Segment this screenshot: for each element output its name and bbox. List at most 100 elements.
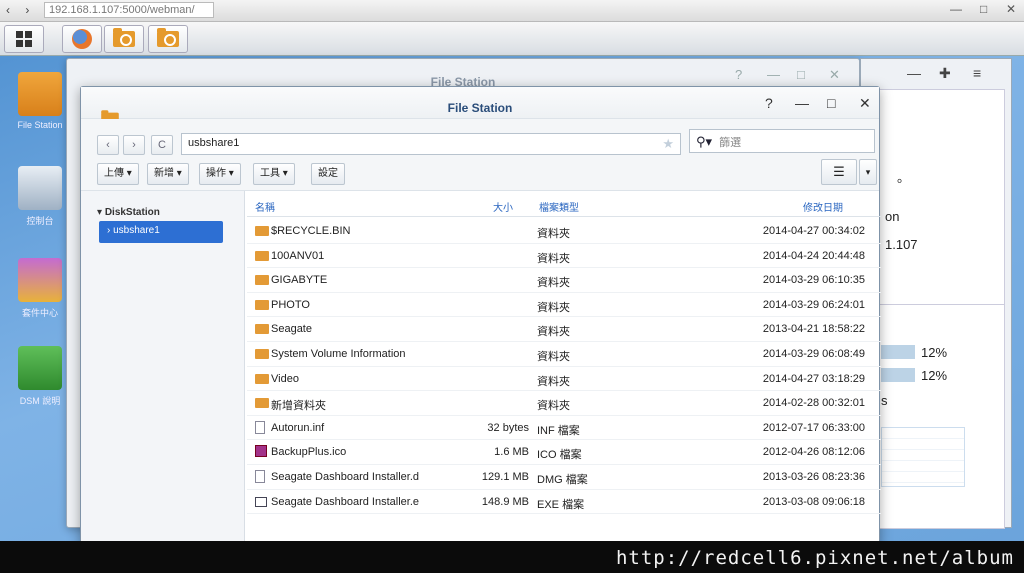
file-name: PHOTO <box>271 298 310 311</box>
folder-icon <box>255 226 269 236</box>
minimize-icon[interactable]: — <box>767 67 780 82</box>
network-label: s <box>881 393 888 408</box>
table-row[interactable]: Video 資料夾 2014-04-27 03:18:29 <box>247 367 881 392</box>
file-modified: 2014-03-29 06:08:49 <box>762 348 865 360</box>
file-modified: 2014-03-29 06:24:01 <box>762 298 865 311</box>
window-titlebar[interactable]: File Station ? — □ ✕ <box>81 87 879 126</box>
refresh-button[interactable]: C <box>151 135 173 155</box>
folder-icon <box>255 299 269 310</box>
table-row[interactable]: PHOTO 資料夾 2014-03-29 06:24:01 <box>247 293 881 318</box>
address-bar[interactable]: 192.168.1.107:5000/webman/ <box>44 2 214 18</box>
tree-node-usbshare1[interactable]: › usbshare1 <box>99 221 223 243</box>
file-name: 100ANV01 <box>271 249 325 262</box>
star-icon[interactable]: ★ <box>662 136 674 152</box>
browser-minimize-icon[interactable]: — <box>950 2 962 16</box>
column-name[interactable]: 名稱 <box>255 199 275 214</box>
table-row[interactable]: Autorun.inf 32 bytes INF 檔案 2012-07-17 06:3… <box>247 416 881 441</box>
info-text: on <box>885 209 900 224</box>
pin-icon[interactable]: ✚ <box>939 65 951 82</box>
folder-icon <box>255 250 269 261</box>
help-icon[interactable]: ? <box>735 67 742 82</box>
table-row[interactable]: Seagate 資料夾 2013-04-21 18:58:22 <box>247 317 881 342</box>
tools-button[interactable]: 工具 ▾ <box>253 163 295 185</box>
browser-app-icon <box>72 29 92 49</box>
table-row[interactable]: Seagate Dashboard Installer.d 129.1 MB DMG… <box>247 465 881 490</box>
folder-search-icon <box>157 28 179 47</box>
search-icon: ⚲▾ <box>696 134 713 149</box>
forward-button[interactable]: › <box>123 135 145 155</box>
create-button[interactable]: 新增 ▾ <box>147 163 189 185</box>
taskbar-app-browser[interactable] <box>62 25 102 53</box>
browser-maximize-icon[interactable]: □ <box>980 2 987 16</box>
tree-root-diskstation[interactable]: ▾ DiskStation <box>97 207 160 218</box>
menu-icon[interactable]: ≡ <box>973 65 981 81</box>
cpu-usage-value: 12% <box>921 345 948 360</box>
maximize-icon[interactable]: □ <box>827 95 835 111</box>
view-dropdown-button[interactable]: ▾ <box>859 159 877 185</box>
action-button[interactable]: 操作 ▾ <box>199 163 241 185</box>
file-station-window[interactable]: File Station ? — □ ✕ ‹ › C usbshare1 ★ ⚲… <box>80 86 881 546</box>
folder-icon <box>255 349 269 359</box>
file-type: DMG 檔案 <box>537 474 588 486</box>
file-type: 資料夾 <box>537 252 570 265</box>
desktop-icon-package-center[interactable]: 套件中心 <box>10 258 70 319</box>
taskbar-app-filestation-2[interactable] <box>148 25 188 53</box>
file-type: 資料夾 <box>537 326 570 339</box>
file-modified: 2014-04-24 20:44:48 <box>762 249 865 262</box>
folder-search-icon <box>18 72 62 116</box>
file-type: EXE 檔案 <box>537 498 585 511</box>
table-row[interactable]: BackupPlus.ico 1.6 MB ICO 檔案 2012-04-26 08:… <box>247 440 881 465</box>
file-list-header: 名稱 大小 檔案類型 修改日期 <box>247 191 881 217</box>
file-name: Seagate Dashboard Installer.d <box>271 471 419 483</box>
table-row[interactable]: 100ANV01 資料夾 2014-04-24 20:44:48 <box>247 244 881 269</box>
file-icon <box>255 470 265 483</box>
package-center-icon <box>18 258 62 302</box>
folder-tree: ▾ DiskStation › usbshare1 <box>81 191 245 545</box>
file-modified: 2014-02-28 00:32:01 <box>762 397 865 410</box>
file-type: 資料夾 <box>537 277 570 290</box>
path-field[interactable]: usbshare1 ★ <box>181 133 681 155</box>
desktop-icon-control-panel[interactable]: 控制台 <box>10 166 70 227</box>
file-name: Autorun.inf <box>271 421 325 434</box>
column-type[interactable]: 檔案類型 <box>539 199 579 214</box>
column-size[interactable]: 大小 <box>493 199 513 214</box>
folder-icon <box>255 373 269 384</box>
minimize-icon[interactable]: — <box>795 95 809 111</box>
taskbar-app-filestation-1[interactable] <box>104 25 144 53</box>
main-menu-button[interactable] <box>4 25 44 53</box>
file-type: 資料夾 <box>537 375 570 388</box>
minimize-icon[interactable]: — <box>907 65 921 81</box>
file-name: System Volume Information <box>271 348 406 360</box>
system-health-panel: — ✚ ≡ 。 on 1.107 12% 12% s <box>860 58 1012 529</box>
file-name: Seagate <box>271 323 312 336</box>
tree-node-label: usbshare1 <box>113 225 160 236</box>
upload-button[interactable]: 上傳 ▾ <box>97 163 139 185</box>
table-row[interactable]: 新增資料夾 資料夾 2014-02-28 00:32:01 <box>247 391 881 416</box>
maximize-icon[interactable]: □ <box>797 67 805 82</box>
table-row[interactable]: $RECYCLE.BIN 資料夾 2014-04-27 00:34:02 <box>247 219 881 244</box>
table-row[interactable]: GIGABYTE 資料夾 2014-03-29 06:10:35 <box>247 268 881 293</box>
file-type: ICO 檔案 <box>537 449 582 462</box>
desktop-icon-help[interactable]: DSM 說明 <box>10 346 70 407</box>
browser-close-icon[interactable]: ✕ <box>1006 2 1016 16</box>
table-row[interactable]: System Volume Information 資料夾 2014-03-29 0… <box>247 342 881 367</box>
column-modified[interactable]: 修改日期 <box>803 199 843 214</box>
control-panel-icon <box>18 166 62 210</box>
help-icon[interactable]: ? <box>765 95 773 111</box>
back-button[interactable]: ‹ <box>97 135 119 155</box>
desktop-icon-filestation[interactable]: File Station <box>10 72 70 130</box>
search-input[interactable]: ⚲▾ 篩選 <box>689 129 875 153</box>
file-modified: 2014-04-27 03:18:29 <box>762 372 865 385</box>
file-modified: 2013-04-21 18:58:22 <box>762 323 865 336</box>
file-type: 資料夾 <box>537 400 570 413</box>
file-type: INF 檔案 <box>537 424 580 437</box>
file-size: 1.6 MB <box>494 446 529 459</box>
watermark: http://redcell6.pixnet.net/album <box>0 541 1024 573</box>
file-name: BackupPlus.ico <box>271 446 347 459</box>
help-icon <box>18 346 62 390</box>
table-row[interactable]: Seagate Dashboard Installer.e 148.9 MB EXE… <box>247 490 881 515</box>
settings-button[interactable]: 設定 <box>311 163 345 185</box>
list-view-button[interactable]: ☰ <box>821 159 857 185</box>
close-icon[interactable]: ✕ <box>859 95 871 112</box>
close-icon[interactable]: ✕ <box>829 67 840 83</box>
